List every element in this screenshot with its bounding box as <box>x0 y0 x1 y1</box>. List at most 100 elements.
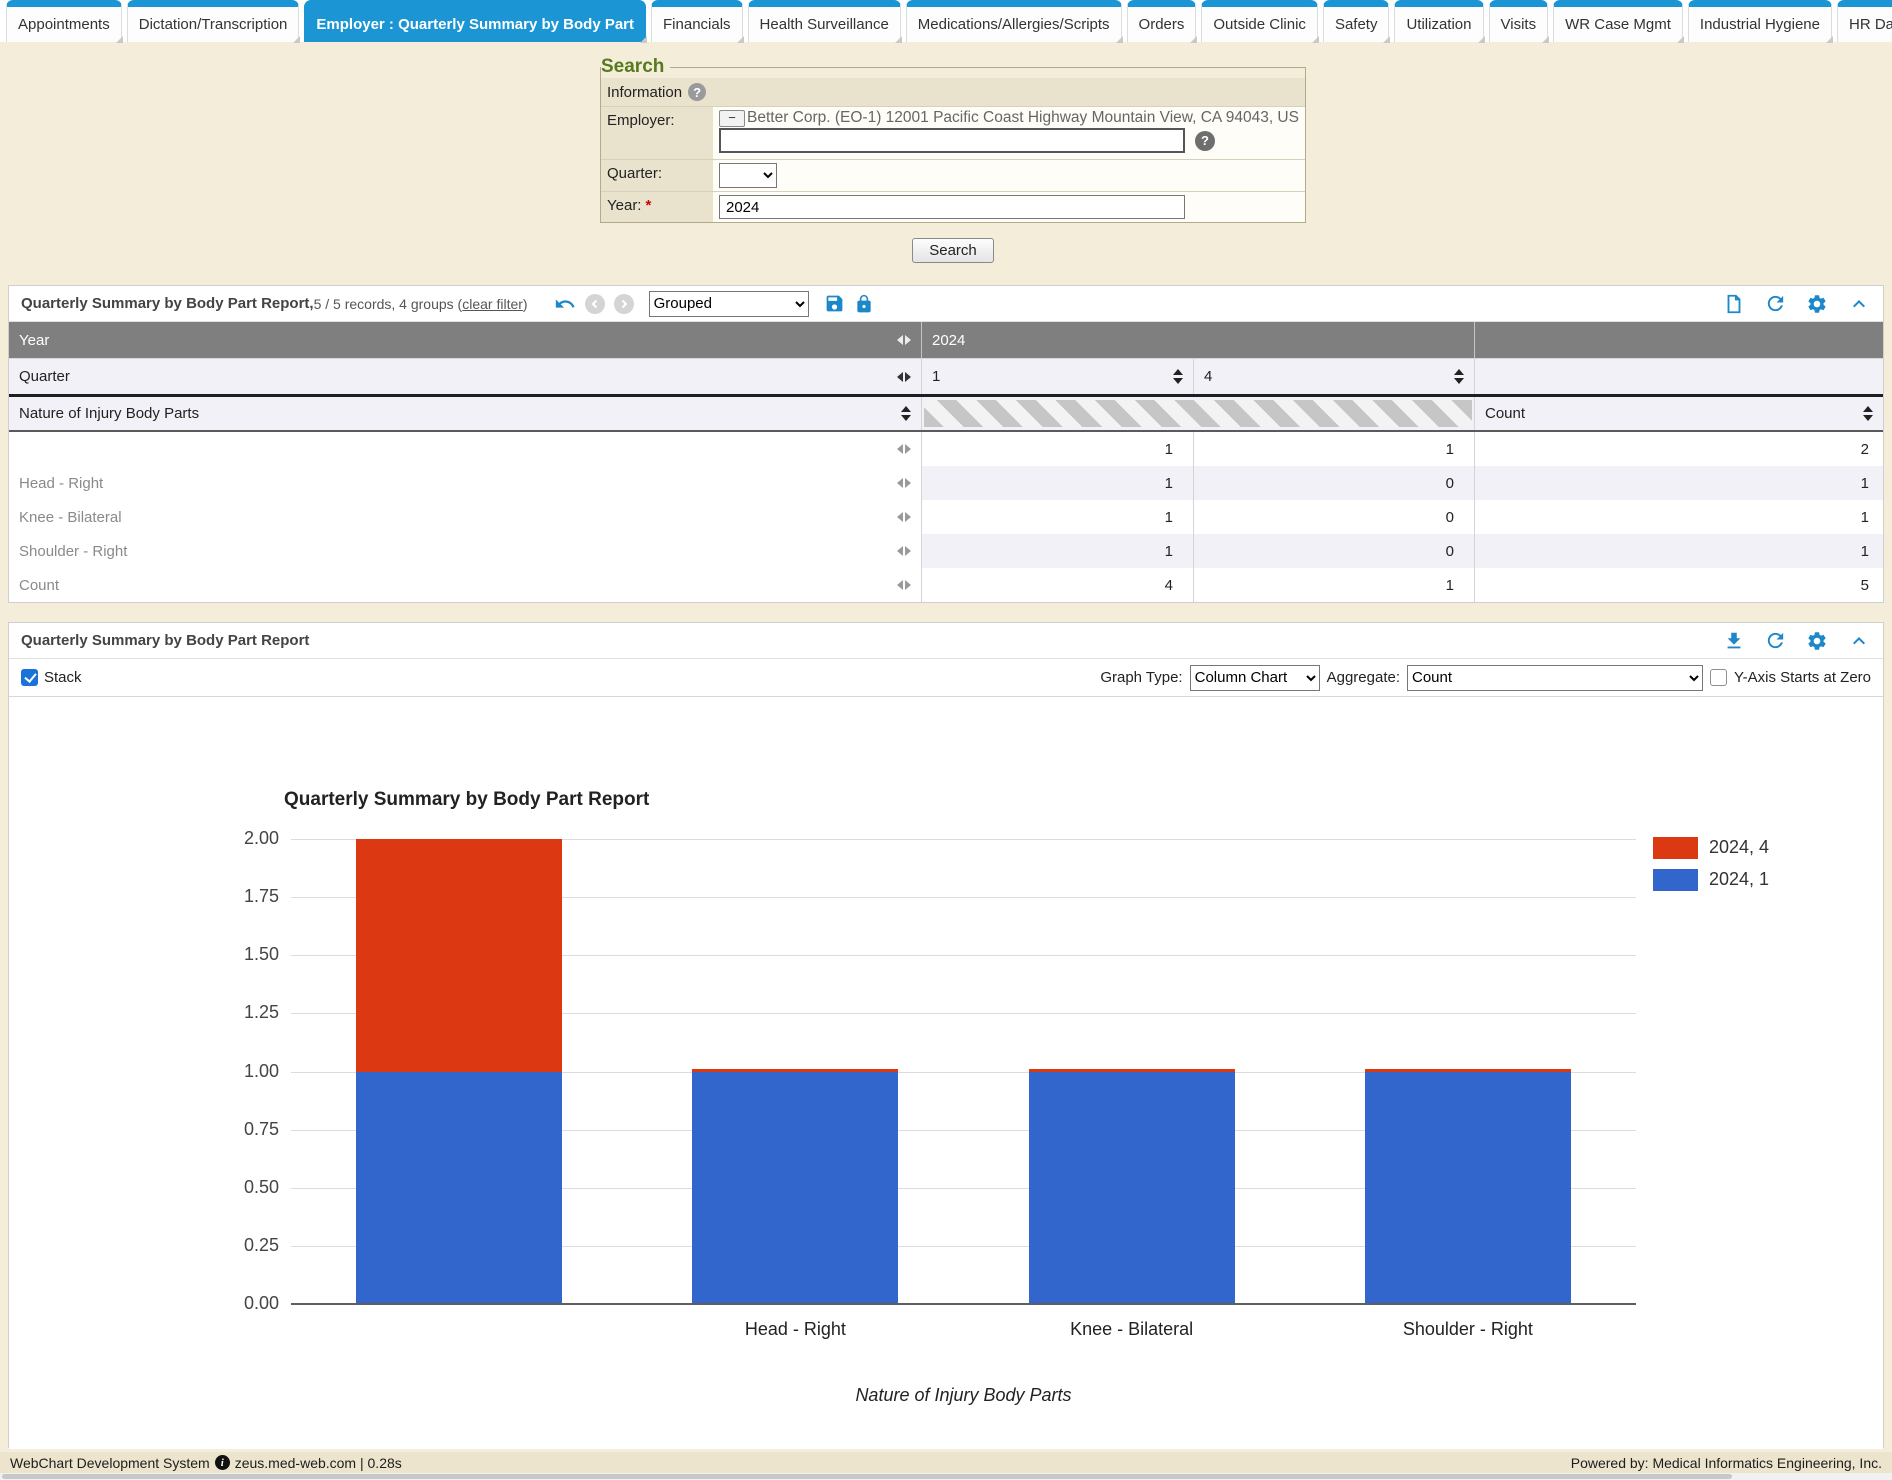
y-axis-tick-label: 0.50 <box>159 1177 279 1198</box>
lock-icon[interactable] <box>854 294 874 314</box>
hatched-cell <box>921 397 1474 430</box>
table-row: Count415 <box>9 568 1883 602</box>
view-mode-select[interactable]: Grouped <box>649 291 809 317</box>
undo-icon[interactable] <box>554 293 576 315</box>
tab-orders[interactable]: Orders <box>1127 0 1197 42</box>
bar-segment[interactable] <box>692 1072 898 1305</box>
sort-icon[interactable] <box>901 406 911 421</box>
report-table-header: Quarterly Summary by Body Part Report, 5… <box>9 286 1883 322</box>
bar-segment[interactable] <box>356 839 562 1072</box>
row-label-cell: Knee - Bilateral <box>9 500 921 534</box>
tab-industrial-hygiene[interactable]: Industrial Hygiene <box>1688 0 1832 42</box>
info-icon[interactable]: i <box>215 1455 230 1470</box>
chart-panel: Quarterly Summary by Body Part Report St… <box>8 622 1884 1448</box>
bar-segment[interactable] <box>692 1069 898 1072</box>
page: AppointmentsDictation/TranscriptionEmplo… <box>0 0 1892 1480</box>
scrollbar-thumb[interactable] <box>2 1474 1732 1479</box>
graph-type-select[interactable]: Column Chart <box>1190 665 1320 691</box>
chart-title: Quarterly Summary by Body Part Report <box>284 789 649 811</box>
bar-segment[interactable] <box>1029 1069 1235 1072</box>
bar-segment[interactable] <box>356 1072 562 1305</box>
tab-financials[interactable]: Financials <box>651 0 743 42</box>
employer-input[interactable] <box>719 128 1185 153</box>
quarter-select[interactable] <box>719 163 777 188</box>
tab-safety[interactable]: Safety <box>1323 0 1390 42</box>
horizontal-scrollbar[interactable] <box>0 1473 1892 1480</box>
aggregate-label: Aggregate: <box>1327 669 1400 686</box>
employer-remove-button[interactable]: − <box>719 110 745 127</box>
graph-type-label: Graph Type: <box>1100 669 1182 686</box>
value-cell: 0 <box>1193 466 1474 500</box>
employer-help-icon[interactable]: ? <box>1195 131 1215 151</box>
sort-icon[interactable] <box>1863 406 1873 421</box>
search-button[interactable]: Search <box>912 238 994 263</box>
move-column-icon[interactable] <box>897 444 911 454</box>
search-section: Search Information ? Employer: − Better … <box>600 56 1306 263</box>
yaxis-zero-checkbox[interactable] <box>1710 669 1727 686</box>
bar-segment[interactable] <box>1365 1069 1571 1072</box>
bar-segment[interactable] <box>1365 1072 1571 1305</box>
previous-page-icon[interactable] <box>585 294 605 314</box>
value-cell: 1 <box>921 432 1193 466</box>
tab-health-surveillance[interactable]: Health Surveillance <box>748 0 901 42</box>
legend-label: 2024, 4 <box>1709 837 1769 858</box>
tab-hr-data-feed[interactable]: HR Data Feed <box>1837 0 1892 42</box>
move-column-icon[interactable] <box>897 478 911 488</box>
move-column-icon[interactable] <box>897 580 911 590</box>
value-cell: 4 <box>921 568 1193 602</box>
legend-swatch <box>1653 837 1698 859</box>
sort-icon[interactable] <box>1173 369 1183 384</box>
row-label-cell <box>9 432 921 466</box>
tabs-list: AppointmentsDictation/TranscriptionEmplo… <box>6 0 1892 42</box>
stack-checkbox[interactable] <box>21 669 38 686</box>
tab-appointments[interactable]: Appointments <box>6 0 122 42</box>
report-table-meta: 5 / 5 records, 4 groups (clear filter) <box>314 296 528 312</box>
save-icon[interactable] <box>824 293 845 314</box>
tab-medications-allergies-scripts[interactable]: Medications/Allergies/Scripts <box>906 0 1122 42</box>
next-page-icon[interactable] <box>614 294 634 314</box>
tab-outside-clinic[interactable]: Outside Clinic <box>1201 0 1318 42</box>
year-value-cell: 2024 <box>921 322 1474 358</box>
bar-segment[interactable] <box>1029 1072 1235 1305</box>
aggregate-select[interactable]: Count <box>1407 665 1703 691</box>
value-cell: 1 <box>1193 432 1474 466</box>
year-group-row: Year 2024 <box>9 322 1883 358</box>
tab-dictation-transcription[interactable]: Dictation/Transcription <box>127 0 300 42</box>
sort-icon[interactable] <box>1454 369 1464 384</box>
y-axis-tick-label: 0.25 <box>159 1235 279 1256</box>
move-column-icon[interactable] <box>897 512 911 522</box>
settings-gear-icon[interactable] <box>1806 630 1828 652</box>
tab-employer-quarterly-summary-by-body-part[interactable]: Employer : Quarterly Summary by Body Par… <box>304 0 646 42</box>
collapse-panel-icon[interactable] <box>1847 629 1871 653</box>
clear-filter-link[interactable]: clear filter <box>462 296 523 312</box>
information-help-icon[interactable]: ? <box>688 83 706 101</box>
tab-visits[interactable]: Visits <box>1489 0 1549 42</box>
report-table-panel: Quarterly Summary by Body Part Report, 5… <box>8 285 1884 603</box>
new-document-icon[interactable] <box>1723 293 1745 315</box>
value-cell: 0 <box>1193 500 1474 534</box>
y-axis-tick-label: 1.25 <box>159 1002 279 1023</box>
table-row: Head - Right101 <box>9 466 1883 500</box>
row-label-cell: Count <box>9 568 921 602</box>
move-column-icon[interactable] <box>897 335 911 345</box>
value-cell: 5 <box>1474 568 1883 602</box>
legend-label: 2024, 1 <box>1709 869 1769 890</box>
refresh-icon[interactable] <box>1764 629 1787 652</box>
search-fieldset: Search Information ? Employer: − Better … <box>600 56 1306 223</box>
quarter-label: Quarter: <box>601 160 713 191</box>
refresh-icon[interactable] <box>1764 292 1787 315</box>
settings-gear-icon[interactable] <box>1806 293 1828 315</box>
report-grid-body: 112Head - Right101Knee - Bilateral101Sho… <box>9 432 1883 602</box>
tab-utilization[interactable]: Utilization <box>1394 0 1483 42</box>
year-input[interactable] <box>719 195 1185 219</box>
move-column-icon[interactable] <box>897 546 911 556</box>
value-cell: 1 <box>1474 534 1883 568</box>
footer: WebChart Development System i zeus.med-w… <box>0 1452 1892 1473</box>
collapse-panel-icon[interactable] <box>1847 292 1871 316</box>
download-icon[interactable] <box>1723 630 1745 652</box>
move-column-icon[interactable] <box>897 372 911 382</box>
quarter-row: Quarter: <box>601 160 1305 192</box>
chart-panel-title: Quarterly Summary by Body Part Report <box>21 632 309 649</box>
tab-wr-case-mgmt[interactable]: WR Case Mgmt <box>1553 0 1683 42</box>
year-row-label: Year <box>9 322 921 358</box>
